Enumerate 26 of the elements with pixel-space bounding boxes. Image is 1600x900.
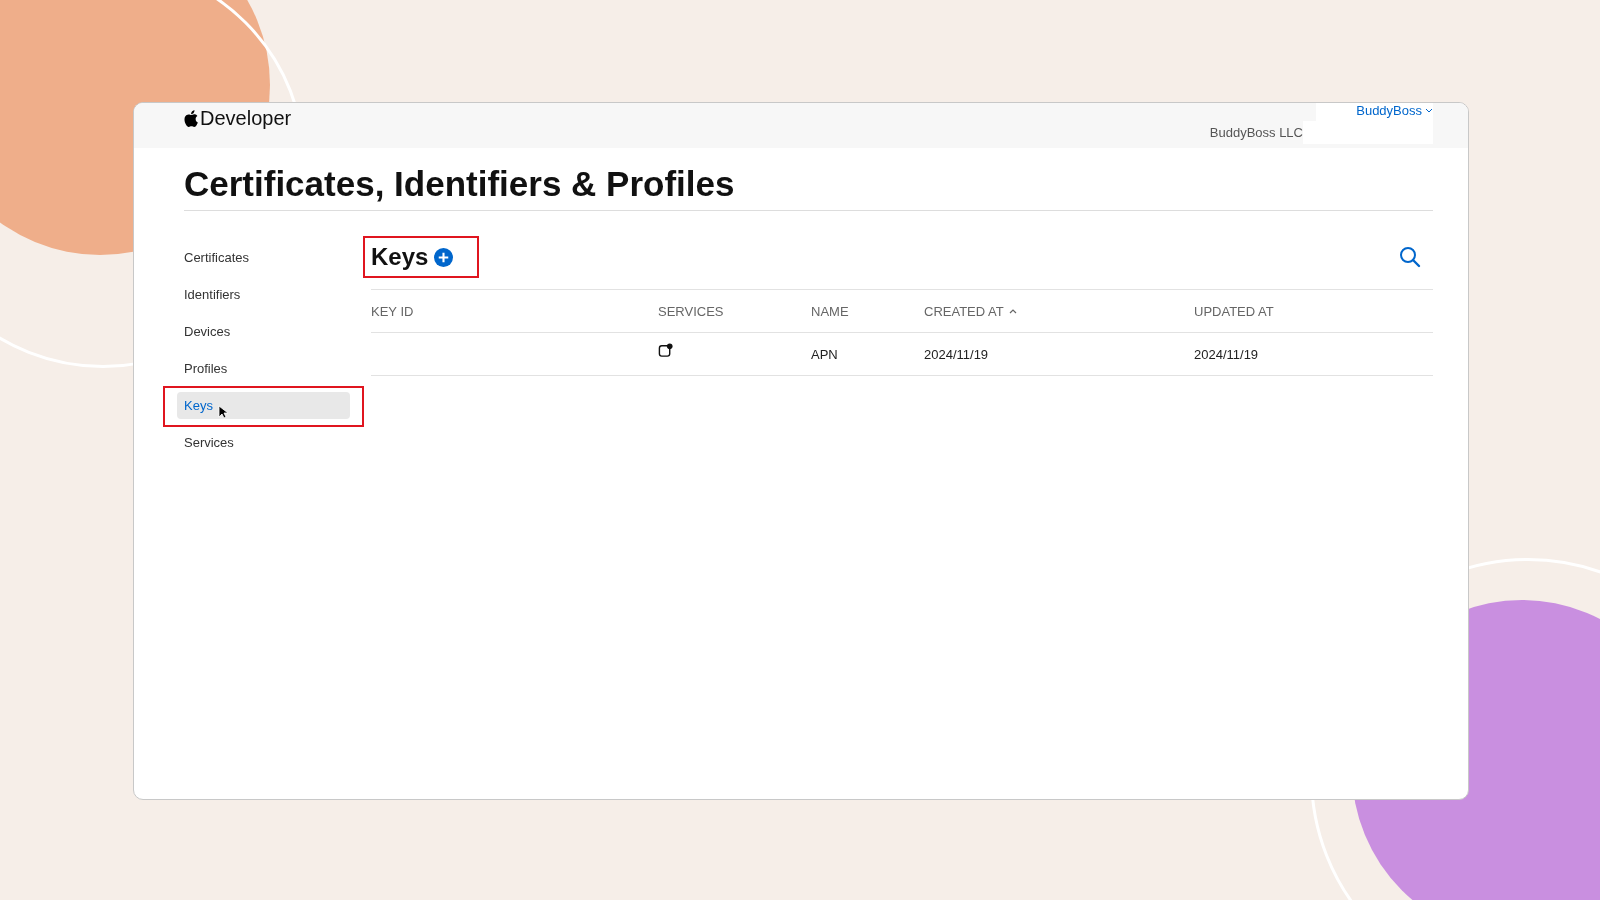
table-cell: APN xyxy=(811,346,838,362)
account-menu[interactable]: BuddyBoss xyxy=(1316,103,1433,121)
sidebar-item[interactable]: Certificates xyxy=(184,244,250,271)
column-header[interactable]: NAME xyxy=(811,303,849,319)
chevron-down-icon xyxy=(1425,108,1433,113)
column-header[interactable]: UPDATED AT xyxy=(1194,303,1274,319)
notification-icon xyxy=(658,342,673,358)
sidebar-item[interactable]: Profiles xyxy=(184,355,228,382)
brand-name[interactable]: Developer xyxy=(200,106,292,130)
page-title: Certificates, Identifiers & Profiles xyxy=(184,148,1433,211)
sidebar-item[interactable]: Identifiers xyxy=(184,281,241,308)
table-cell: 2024/11/19 xyxy=(924,346,989,362)
column-header[interactable]: KEY ID xyxy=(371,303,414,319)
sidebar-item[interactable]: Services xyxy=(184,429,234,456)
mouse-pointer-icon xyxy=(218,405,228,419)
apple-logo-icon xyxy=(184,109,198,127)
search-icon[interactable] xyxy=(1399,246,1421,268)
sidebar-item[interactable]: Devices xyxy=(184,318,231,345)
team-name: BuddyBoss LLC xyxy=(1209,121,1433,144)
column-header[interactable]: SERVICES xyxy=(658,303,724,319)
sidebar-item[interactable]: Keys xyxy=(177,392,350,419)
add-button-icon[interactable] xyxy=(434,247,454,267)
table-cell: 2024/11/19 xyxy=(1194,346,1259,362)
section-title: Keys xyxy=(371,243,429,271)
sort-ascending-icon[interactable] xyxy=(1008,308,1017,314)
column-header[interactable]: CREATED AT xyxy=(924,303,1004,319)
